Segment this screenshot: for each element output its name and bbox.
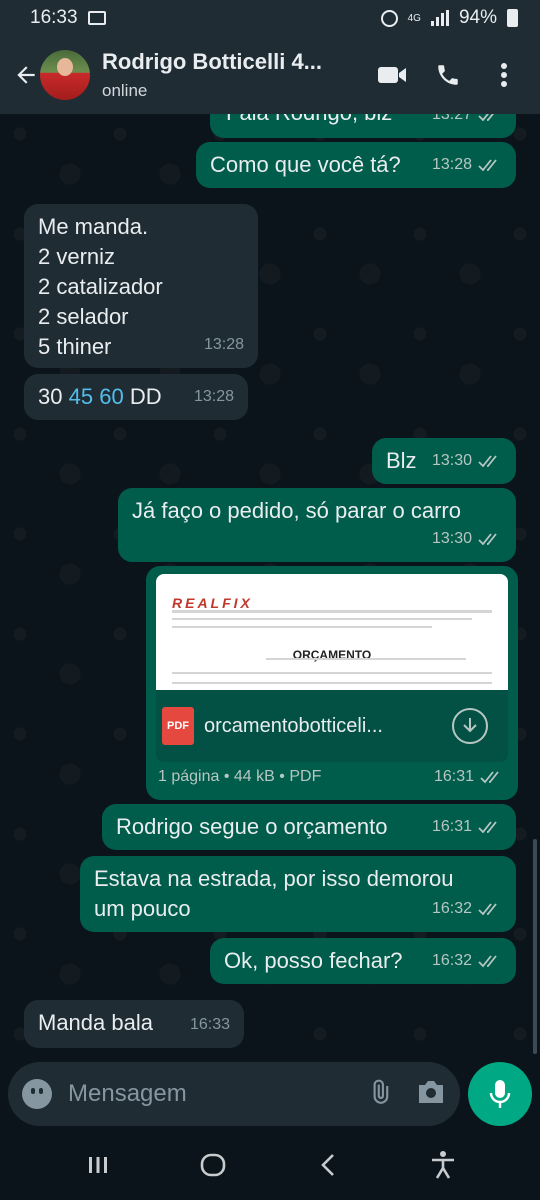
message-time: 13:28 (431, 156, 472, 173)
message-line: 5 thiner (38, 334, 112, 359)
message-outgoing[interactable]: Rodrigo segue o orçamento 16:31 (102, 804, 516, 850)
message-time: 13:27 (431, 114, 472, 123)
attach-icon[interactable] (366, 1077, 394, 1112)
contact-name: Rodrigo Botticelli 4... (102, 49, 323, 74)
video-call-icon[interactable] (370, 53, 414, 97)
avatar[interactable] (40, 50, 90, 100)
more-options-icon[interactable] (482, 53, 526, 97)
message-time: 13:28 (203, 336, 244, 353)
message-line: 2 catalizador (38, 274, 163, 299)
chat-area[interactable]: Fala Rodrigo, blz 13:27 Como que você tá… (0, 114, 540, 1054)
message-text: Já faço o pedido, só parar o carro (132, 498, 461, 523)
phone-link[interactable]: 45 (69, 384, 93, 409)
message-input[interactable]: Mensagem (8, 1062, 460, 1126)
composer: Mensagem (0, 1058, 540, 1130)
phone-link[interactable]: 60 (99, 384, 123, 409)
message-line: 2 verniz (38, 244, 116, 269)
home-icon[interactable] (188, 1140, 238, 1190)
message-placeholder: Mensagem (68, 1080, 187, 1107)
message-time: 13:28 (193, 388, 234, 405)
recent-apps-icon[interactable] (73, 1140, 123, 1190)
chat-header: Rodrigo Botticelli 4... online (0, 36, 540, 114)
message-text: Como que você tá? (210, 152, 401, 177)
message-outgoing[interactable]: Estava na estrada, por isso demorou um p… (80, 856, 516, 932)
message-text: Blz (386, 448, 417, 473)
battery-percent: 94% (458, 7, 497, 28)
status-time: 16:33 (30, 7, 78, 28)
signal-icon (430, 10, 449, 26)
scrollbar[interactable] (533, 839, 537, 1054)
message-outgoing[interactable]: Blz 13:30 (372, 438, 516, 484)
message-text: DD (129, 384, 162, 409)
network-type: 4G (407, 12, 421, 24)
mic-icon[interactable] (468, 1062, 532, 1126)
alarm-icon (380, 9, 398, 27)
double-check-icon (478, 955, 497, 968)
message-time: 13:30 (431, 530, 472, 547)
message-text: Fala Rodrigo, blz (226, 114, 392, 128)
camera-icon[interactable] (416, 1079, 446, 1110)
message-line: 2 selador (38, 304, 129, 329)
phone-icon[interactable] (426, 53, 470, 97)
double-check-icon (478, 114, 494, 122)
message-time: 16:33 (189, 1016, 230, 1033)
message-time: 16:31 (431, 818, 472, 835)
message-time: 16:32 (431, 952, 472, 969)
double-check-icon (478, 159, 497, 172)
message-outgoing[interactable]: Fala Rodrigo, blz 13:27 (210, 114, 516, 138)
message-outgoing[interactable]: Já faço o pedido, só parar o carro 13:30 (118, 488, 516, 562)
double-check-icon (480, 771, 499, 784)
double-check-icon (478, 533, 497, 546)
document-logo: REALFIX (172, 595, 253, 611)
document-file-name: orcamentobotticeli... (204, 715, 383, 737)
message-time: 16:32 (431, 900, 472, 917)
message-line: um pouco (94, 896, 191, 921)
message-time: 13:30 (431, 452, 472, 469)
emoji-icon[interactable] (22, 1079, 52, 1109)
message-line: Estava na estrada, por isso demorou (94, 866, 454, 891)
double-check-icon (478, 903, 497, 916)
document-preview[interactable]: REALFIX ORÇAMENTO (156, 574, 508, 690)
message-incoming[interactable]: 30 45 60 DD 13:28 (24, 374, 248, 420)
message-incoming[interactable]: Me manda. 2 verniz 2 catalizador 2 selad… (24, 204, 258, 368)
status-bar: 16:33 4G 94% (0, 0, 540, 36)
message-outgoing[interactable]: Ok, posso fechar? 16:32 (210, 938, 516, 984)
download-icon[interactable] (452, 708, 488, 744)
battery-icon (507, 9, 518, 27)
notification-icon (87, 11, 106, 25)
message-text: Manda bala (38, 1010, 153, 1035)
document-preview-title: ORÇAMENTO (292, 648, 372, 662)
system-nav-bar (0, 1130, 540, 1200)
message-line: Me manda. (38, 214, 149, 239)
document-info: 1 página • 44 kB • PDF (158, 768, 322, 785)
nav-back-icon[interactable] (303, 1140, 353, 1190)
document-bar[interactable]: PDF orcamentobotticeli... (156, 690, 508, 762)
message-incoming[interactable]: Manda bala 16:33 (24, 1000, 244, 1048)
message-text: Ok, posso fechar? (224, 948, 403, 973)
message-time: 16:31 (433, 768, 474, 785)
accessibility-icon[interactable] (418, 1140, 468, 1190)
message-text: Rodrigo segue o orçamento (116, 814, 388, 839)
message-text: 30 (38, 384, 63, 409)
contact-info[interactable]: Rodrigo Botticelli 4... online (102, 49, 347, 101)
message-outgoing[interactable]: Como que você tá? 13:28 (196, 142, 516, 188)
double-check-icon (478, 821, 497, 834)
message-document[interactable]: REALFIX ORÇAMENTO PDF orcamentobotticeli… (146, 566, 518, 800)
contact-status: online (102, 81, 148, 100)
double-check-icon (478, 455, 497, 468)
pdf-icon: PDF (162, 707, 194, 745)
